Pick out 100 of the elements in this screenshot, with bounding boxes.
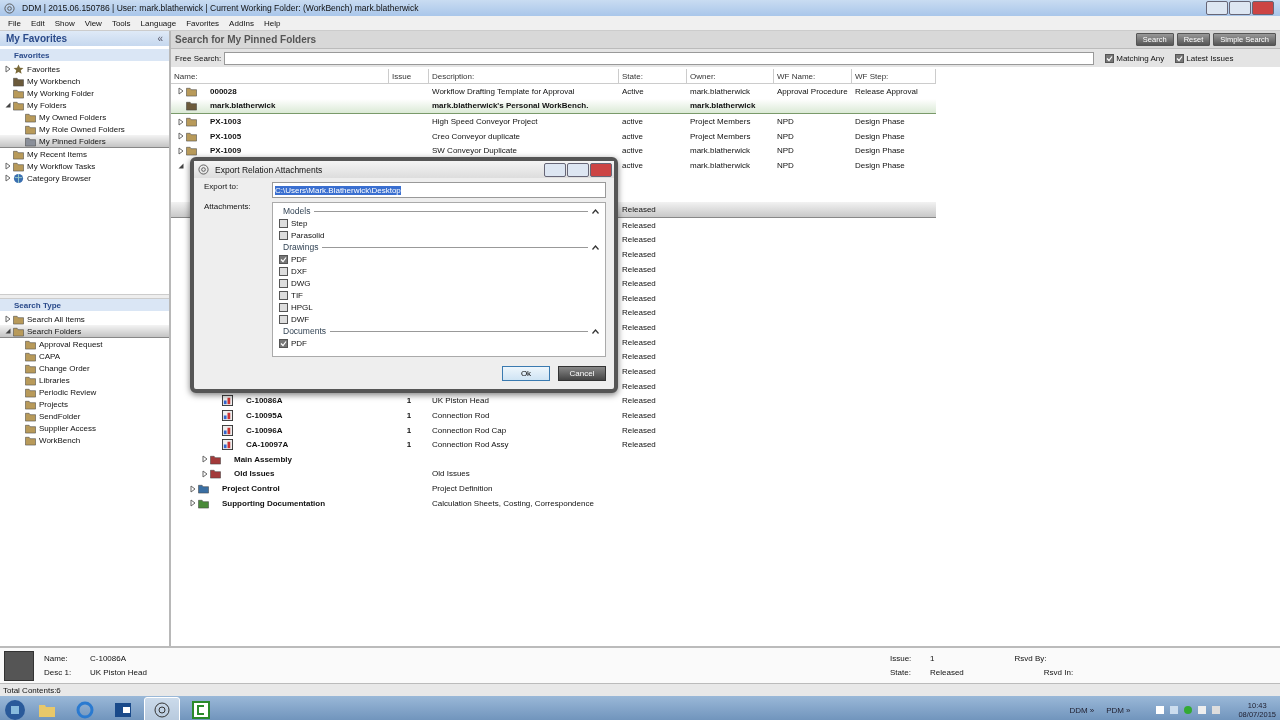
maximize-button[interactable] (567, 162, 589, 177)
collapse-caret-icon[interactable] (592, 244, 599, 250)
expand-arrow-icon[interactable] (4, 162, 12, 170)
column-header[interactable]: Issue (392, 71, 412, 81)
start-button[interactable] (4, 699, 26, 720)
sidebar-item[interactable]: Change Order (39, 363, 90, 373)
part-icon (222, 409, 233, 421)
collapse-caret-icon[interactable] (592, 328, 599, 334)
expand-arrow-icon[interactable] (177, 87, 185, 96)
column-header[interactable]: WF Step: (855, 71, 889, 81)
menu-item[interactable]: Show (52, 18, 77, 28)
checkbox[interactable] (279, 254, 288, 264)
collapse-arrow-icon[interactable] (177, 161, 185, 170)
column-header[interactable]: Name: (174, 71, 198, 81)
expand-arrow-icon[interactable] (4, 174, 12, 182)
column-header[interactable]: Description: (432, 71, 475, 81)
sidebar-item[interactable]: Search Folders (27, 326, 82, 336)
checkbox[interactable] (279, 230, 288, 240)
folder-icon (25, 338, 36, 350)
minimize-button[interactable] (1206, 1, 1228, 15)
sidebar-item[interactable]: My Workflow Tasks (27, 161, 96, 171)
menu-item[interactable]: Help (262, 18, 283, 28)
checkbox[interactable] (279, 314, 288, 324)
column-header[interactable]: State: (622, 71, 643, 81)
sidebar-item[interactable]: Projects (39, 399, 68, 409)
chevron-button[interactable]: » (1126, 705, 1131, 715)
table-cell: NPD (777, 117, 794, 127)
sidebar-item[interactable]: Favorites (27, 64, 60, 74)
ok-button[interactable]: Ok (502, 365, 550, 381)
expand-arrow-icon[interactable] (177, 146, 185, 155)
sidebar-item[interactable]: WorkBench (39, 435, 81, 445)
table-cell: Released (622, 293, 656, 303)
expand-arrow-icon[interactable] (189, 499, 197, 508)
checkbox[interactable] (279, 218, 288, 228)
app-icon[interactable] (192, 701, 210, 719)
search-field[interactable] (224, 51, 1095, 65)
toolbar-label[interactable]: PDM (1106, 705, 1124, 715)
sidebar-item[interactable]: My Pinned Folders (39, 136, 106, 146)
checkbox[interactable] (279, 278, 288, 288)
folder-icon (25, 123, 36, 135)
sidebar-item[interactable]: My Role Owned Folders (39, 124, 125, 134)
table-cell: Released (622, 264, 656, 274)
sidebar-item[interactable]: My Recent Items (27, 149, 87, 159)
app-icon[interactable] (153, 701, 171, 719)
mail-icon[interactable] (114, 701, 132, 719)
expand-arrow-icon[interactable] (201, 455, 209, 464)
menu-item[interactable]: Tools (109, 18, 133, 28)
sidebar-item[interactable]: CAPA (39, 351, 61, 361)
field-label: Free Search: (175, 53, 222, 63)
cancel-button[interactable]: Cancel (558, 365, 606, 381)
expand-arrow-icon[interactable] (177, 117, 185, 126)
checkbox[interactable] (279, 290, 288, 300)
expand-arrow-icon[interactable] (4, 65, 12, 73)
table-cell: 1 (406, 396, 412, 406)
collapse-arrow-icon[interactable] (4, 327, 12, 335)
sidebar-item[interactable]: Libraries (39, 375, 70, 385)
column-header[interactable]: Owner: (690, 71, 716, 81)
menu-item[interactable]: File (6, 18, 23, 28)
checkbox[interactable] (1175, 53, 1185, 63)
path-field[interactable]: C:\Users\Mark.Blatherwick\Desktop (272, 182, 606, 198)
checkbox[interactable] (279, 266, 288, 276)
expand-arrow-icon[interactable] (189, 484, 197, 493)
table-cell: Released (622, 220, 656, 230)
table-cell: Released (622, 204, 656, 214)
collapse-button[interactable]: « (157, 33, 163, 44)
expand-arrow-icon[interactable] (201, 469, 209, 478)
collapse-arrow-icon[interactable] (4, 101, 12, 109)
column-header[interactable]: WF Name: (777, 71, 816, 81)
menu-item[interactable]: Language (138, 18, 179, 28)
sidebar-item[interactable]: Search All Items (27, 314, 85, 324)
checkbox[interactable] (279, 338, 288, 348)
sidebar-item[interactable]: Category Browser (27, 173, 92, 183)
folder-icon (210, 468, 221, 480)
sidebar-item[interactable]: Supplier Access (39, 423, 96, 433)
selected-item[interactable]: Search Folders (0, 325, 169, 338)
sidebar-item[interactable]: SendFolder (39, 411, 81, 421)
menu-item[interactable]: Favorites (184, 18, 222, 28)
sidebar-item[interactable]: My Owned Folders (39, 112, 107, 122)
maximize-button[interactable] (1229, 1, 1251, 15)
close-button[interactable] (590, 162, 612, 177)
checkbox[interactable] (1105, 53, 1115, 63)
expand-arrow-icon[interactable] (177, 132, 185, 141)
checkbox[interactable] (279, 302, 288, 312)
minimize-button[interactable] (544, 162, 566, 177)
sidebar-item[interactable]: Periodic Review (39, 387, 97, 397)
sidebar-item[interactable]: Approval Request (39, 339, 103, 349)
toolbar-label[interactable]: DDM (1069, 705, 1088, 715)
menu-item[interactable]: Edit (28, 18, 47, 28)
table-cell: Project Members (690, 117, 751, 127)
sidebar-item[interactable]: My Workbench (27, 76, 81, 86)
collapse-caret-icon[interactable] (592, 208, 599, 214)
selected-item[interactable]: My Pinned Folders (0, 135, 169, 148)
menu-item[interactable]: View (82, 18, 104, 28)
sidebar-item[interactable]: My Folders (27, 100, 67, 110)
menu-item[interactable]: AddIns (227, 18, 256, 28)
expand-arrow-icon[interactable] (4, 315, 12, 323)
selected-row[interactable]: mark.blatherwick mark.blatherwick's Personal WorkBench. mark.blatherwick (171, 98, 936, 115)
folder-icon (25, 362, 36, 374)
sidebar-item[interactable]: My Working Folder (27, 88, 94, 98)
chevron-button[interactable]: » (1089, 705, 1095, 715)
